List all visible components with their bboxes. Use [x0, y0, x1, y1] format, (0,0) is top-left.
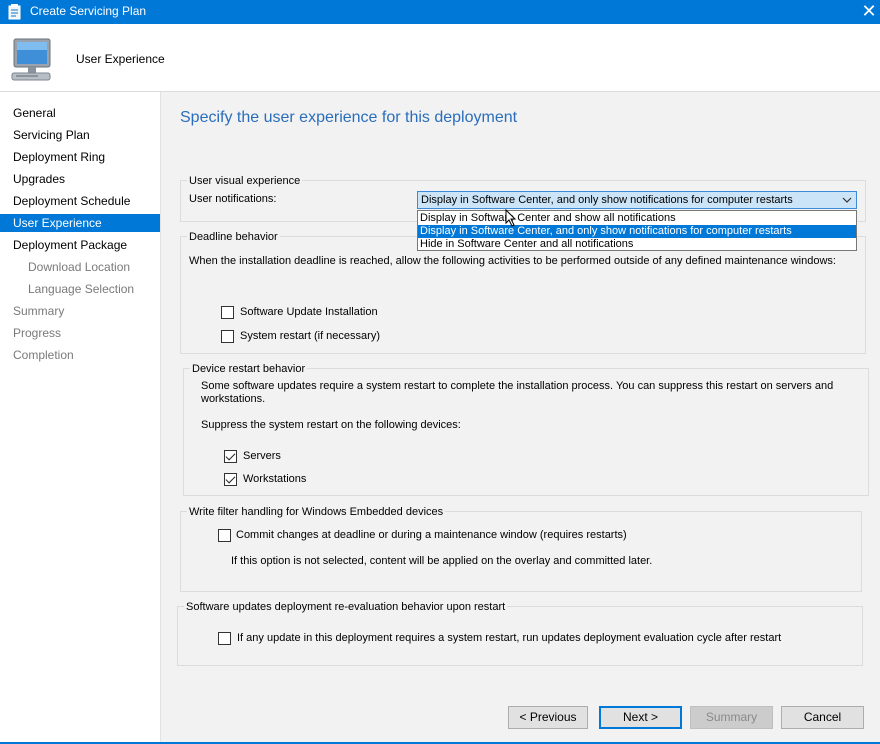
wizard-header: User Experience: [0, 24, 880, 92]
dropdown-option[interactable]: Hide in Software Center and all notifica…: [418, 238, 856, 251]
commit-changes-label: Commit changes at deadline or during a m…: [236, 529, 627, 541]
cancel-button[interactable]: Cancel: [781, 706, 864, 729]
suppress-restart-label: Suppress the system restart on the follo…: [201, 419, 461, 431]
reevaluation-option-label: If any update in this deployment require…: [237, 632, 782, 644]
system-restart-label: System restart (if necessary): [240, 330, 380, 342]
dropdown-option-highlighted[interactable]: Display in Software Center, and only sho…: [418, 225, 856, 238]
reevaluation-checkbox[interactable]: [218, 632, 231, 645]
header-title: User Experience: [76, 52, 165, 66]
page-title: Specify the user experience for this dep…: [180, 109, 518, 126]
user-notifications-label: User notifications:: [189, 193, 277, 205]
sidebar-item-deployment-schedule[interactable]: Deployment Schedule: [0, 192, 160, 210]
sidebar-item-user-experience[interactable]: User Experience: [0, 214, 160, 232]
commit-changes-checkbox[interactable]: [218, 529, 231, 542]
sidebar-item-completion: Completion: [13, 348, 74, 362]
restart-description-line2: workstations.: [201, 393, 266, 405]
wizard-sidebar: General Servicing Plan Deployment Ring U…: [0, 92, 160, 744]
sidebar-item-language-selection: Language Selection: [28, 282, 135, 296]
dropdown-option[interactable]: Display in Software Center and show all …: [418, 212, 856, 225]
write-filter-label: Write filter handling for Windows Embedd…: [187, 506, 446, 518]
user-notifications-combobox[interactable]: Display in Software Center, and only sho…: [417, 191, 857, 209]
previous-button[interactable]: < Previous: [508, 706, 588, 729]
device-restart-behavior-label: Device restart behavior: [190, 363, 308, 375]
servers-checkbox[interactable]: [224, 450, 237, 463]
software-update-installation-label: Software Update Installation: [240, 306, 378, 318]
reevaluation-label: Software updates deployment re-evaluatio…: [184, 601, 508, 613]
deadline-description: When the installation deadline is reache…: [189, 255, 836, 267]
sidebar-item-general[interactable]: General: [0, 104, 160, 122]
sidebar-item-upgrades[interactable]: Upgrades: [0, 170, 160, 188]
system-restart-checkbox[interactable]: [221, 330, 234, 343]
sidebar-item-servicing-plan[interactable]: Servicing Plan: [0, 126, 160, 144]
workstations-label: Workstations: [243, 473, 307, 485]
user-visual-experience-label: User visual experience: [187, 175, 303, 187]
servers-label: Servers: [243, 450, 281, 462]
write-filter-group: [180, 511, 862, 592]
combobox-selected-value: Display in Software Center, and only sho…: [421, 194, 793, 206]
deadline-behavior-label: Deadline behavior: [187, 231, 280, 243]
next-button[interactable]: Next >: [599, 706, 682, 729]
user-notifications-dropdown: Display in Software Center and show all …: [417, 210, 857, 251]
sidebar-item-download-location: Download Location: [28, 260, 131, 274]
mouse-cursor-icon: [505, 208, 517, 227]
computer-monitor-icon: [8, 36, 56, 82]
workstations-checkbox[interactable]: [224, 473, 237, 486]
sidebar-item-deployment-package[interactable]: Deployment Package: [0, 236, 160, 254]
close-icon[interactable]: ✕: [858, 1, 880, 23]
sidebar-item-deployment-ring[interactable]: Deployment Ring: [0, 148, 160, 166]
software-update-installation-checkbox[interactable]: [221, 306, 234, 319]
sidebar-item-summary: Summary: [13, 304, 65, 318]
title-bar: Create Servicing Plan ✕: [0, 0, 880, 24]
wizard-app-icon: [8, 4, 22, 20]
sidebar-item-progress: Progress: [13, 326, 62, 340]
window-title: Create Servicing Plan: [30, 4, 147, 18]
summary-button: Summary: [690, 706, 773, 729]
write-filter-note: If this option is not selected, content …: [231, 555, 653, 567]
restart-description-line1: Some software updates require a system r…: [201, 380, 834, 392]
